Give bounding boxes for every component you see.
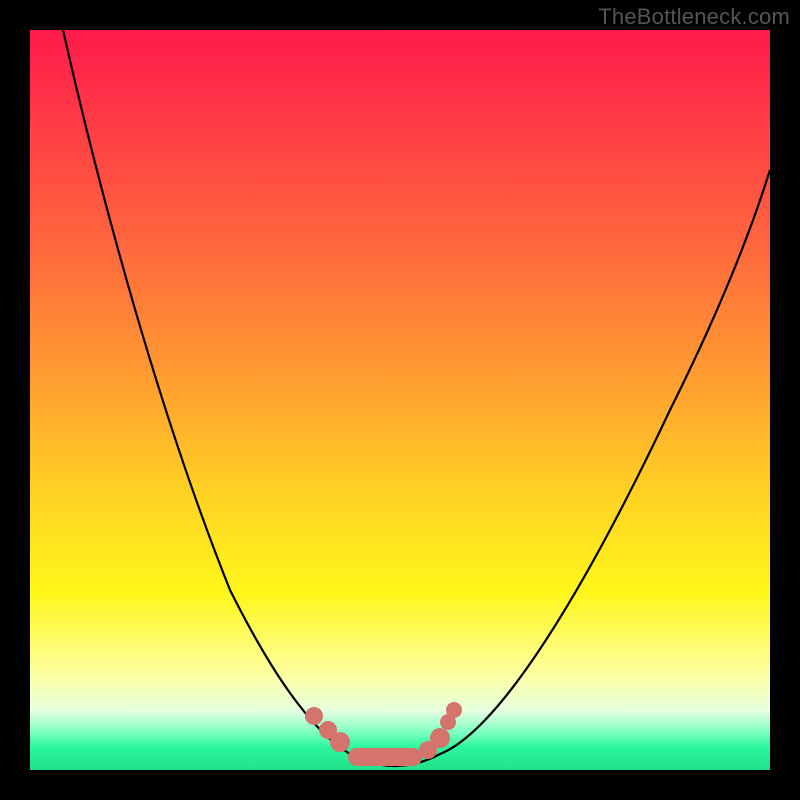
curve-layer [30,30,770,770]
highlight-markers [305,702,462,766]
chart-frame: TheBottleneck.com [0,0,800,800]
bottleneck-curve [63,30,770,766]
watermark-text: TheBottleneck.com [598,4,790,30]
plot-area [30,30,770,770]
